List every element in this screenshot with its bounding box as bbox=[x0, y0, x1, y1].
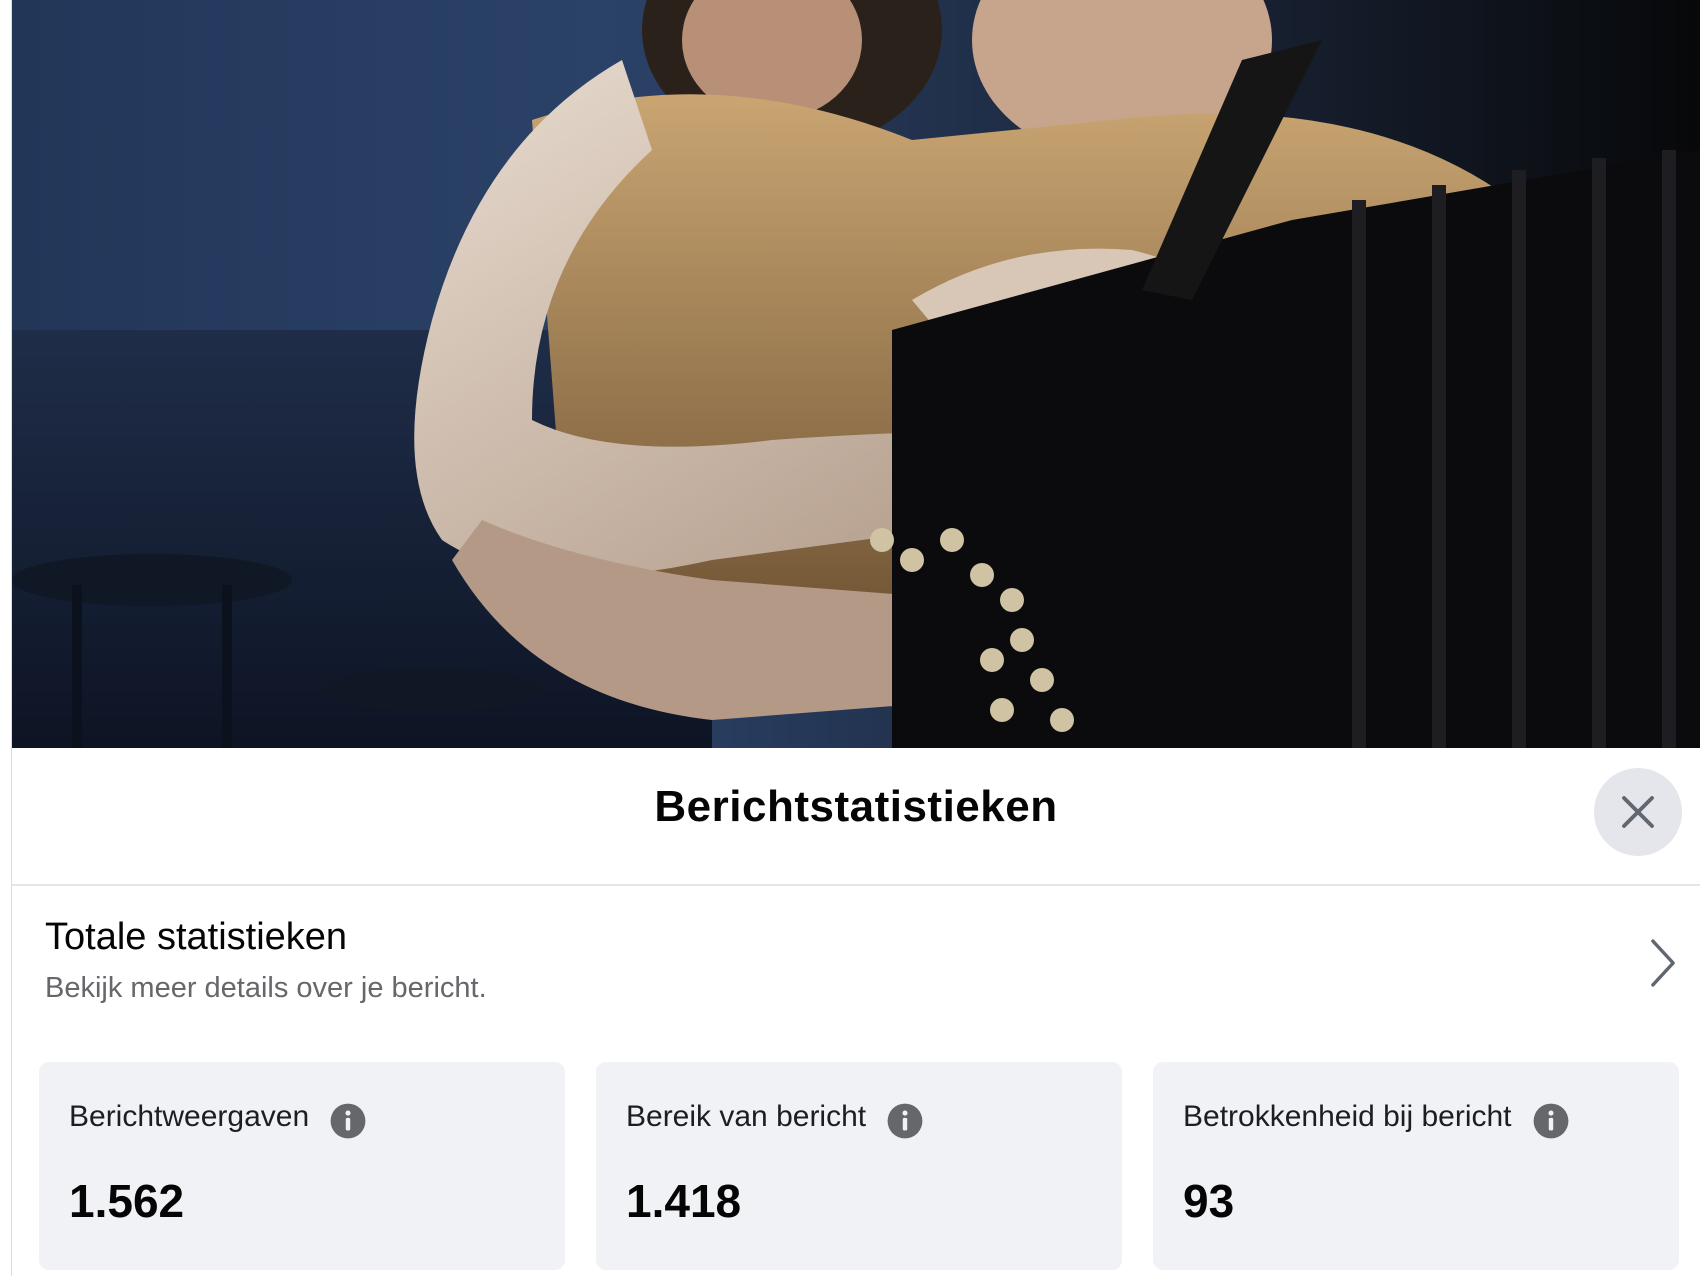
close-icon bbox=[1622, 796, 1654, 828]
stat-value: 1.418 bbox=[626, 1175, 742, 1227]
chevron-right-icon bbox=[1651, 939, 1675, 987]
stat-value: 1.562 bbox=[69, 1175, 185, 1227]
modal-title: Berichtstatistieken bbox=[654, 782, 1058, 831]
stat-label: Berichtweergaven bbox=[69, 1100, 310, 1133]
info-icon[interactable] bbox=[886, 1102, 924, 1140]
info-icon[interactable] bbox=[1532, 1102, 1570, 1140]
post-photo-illustration bbox=[12, 0, 1700, 748]
stat-label: Betrokkenheid bij bericht bbox=[1183, 1100, 1512, 1133]
total-insights-subtitle: Bekijk meer details over je bericht. bbox=[45, 972, 487, 1004]
stat-card-post-views: Berichtweergaven 1.562 bbox=[39, 1062, 565, 1270]
left-edge-border bbox=[0, 0, 12, 1276]
close-button[interactable] bbox=[1594, 768, 1682, 856]
stat-value: 93 bbox=[1183, 1175, 1235, 1227]
stat-card-post-reach: Bereik van bericht 1.418 bbox=[596, 1062, 1122, 1270]
post-photo bbox=[12, 0, 1700, 748]
stat-card-header: Betrokkenheid bij bericht bbox=[1183, 1094, 1570, 1140]
total-insights-link[interactable]: Totale statistieken Bekijk meer details … bbox=[12, 916, 1700, 1026]
stat-label: Bereik van bericht bbox=[626, 1100, 867, 1133]
modal-header: Berichtstatistieken bbox=[12, 748, 1700, 886]
post-insights-screen: Berichtstatistieken Totale statistieken … bbox=[0, 0, 1700, 1276]
stat-cards: Berichtweergaven 1.562 Bereik van berich… bbox=[39, 1062, 1687, 1270]
stat-card-post-engagement: Betrokkenheid bij bericht 93 bbox=[1153, 1062, 1679, 1270]
stat-card-header: Berichtweergaven bbox=[69, 1094, 367, 1140]
info-icon[interactable] bbox=[329, 1102, 367, 1140]
total-insights-title: Totale statistieken bbox=[45, 916, 348, 958]
insights-panel: Berichtstatistieken Totale statistieken … bbox=[12, 748, 1700, 1276]
stat-card-header: Bereik van bericht bbox=[626, 1094, 924, 1140]
